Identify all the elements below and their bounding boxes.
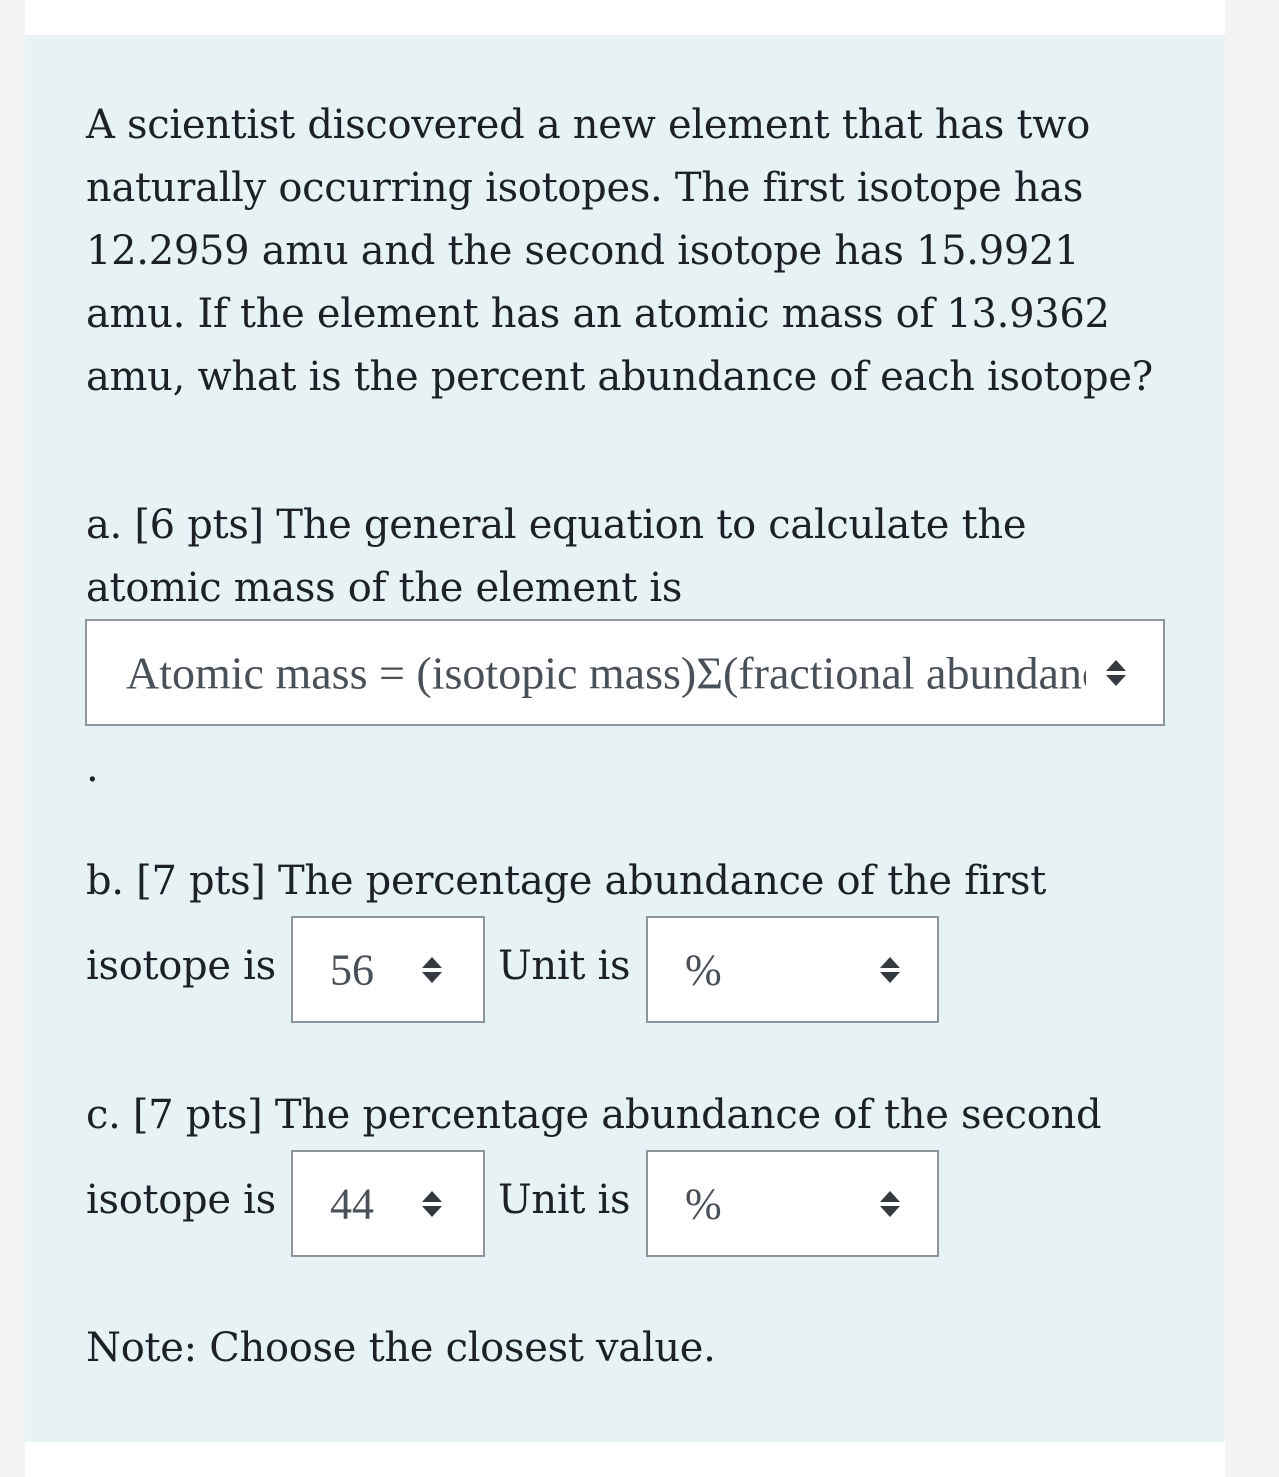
second-isotope-unit-select[interactable]: % bbox=[646, 1150, 939, 1257]
page-bottom-area bbox=[25, 1442, 1225, 1477]
second-isotope-unit-value: % bbox=[685, 1179, 722, 1228]
up-down-caret-icon bbox=[1105, 658, 1127, 688]
part-b-label-cont: isotope is bbox=[86, 943, 276, 989]
first-isotope-percent-select[interactable]: 56 bbox=[291, 916, 485, 1023]
note-text: Note: Choose the closest value. bbox=[86, 1325, 716, 1371]
up-down-caret-icon bbox=[879, 955, 901, 985]
part-c-label-cont: isotope is bbox=[86, 1177, 276, 1223]
first-isotope-percent-value: 56 bbox=[330, 945, 374, 994]
question-text: A scientist discovered a new element tha… bbox=[86, 94, 1166, 409]
part-b-unit-label: Unit is bbox=[498, 943, 631, 989]
part-b-label: b. [7 pts] The percentage abundance of t… bbox=[86, 858, 1047, 904]
part-c-unit-label: Unit is bbox=[498, 1177, 631, 1223]
part-a-label: a. [6 pts] The general equation to calcu… bbox=[86, 502, 1027, 611]
second-isotope-percent-value: 44 bbox=[330, 1179, 374, 1228]
up-down-caret-icon bbox=[421, 1189, 443, 1219]
second-isotope-percent-select[interactable]: 44 bbox=[291, 1150, 485, 1257]
equation-select[interactable]: Atomic mass = (isotopic mass)Σ(fractiona… bbox=[85, 619, 1165, 726]
first-isotope-unit-select[interactable]: % bbox=[646, 916, 939, 1023]
up-down-caret-icon bbox=[879, 1189, 901, 1219]
part-c-label: c. [7 pts] The percentage abundance of t… bbox=[86, 1092, 1102, 1138]
equation-select-value: Atomic mass = (isotopic mass)Σ(fractiona… bbox=[126, 647, 1086, 698]
part-a-trailing-period: . bbox=[86, 745, 99, 791]
question-paragraph: A scientist discovered a new element tha… bbox=[86, 102, 1153, 400]
up-down-caret-icon bbox=[421, 955, 443, 985]
first-isotope-unit-value: % bbox=[685, 945, 722, 994]
page-top-area bbox=[25, 0, 1225, 35]
